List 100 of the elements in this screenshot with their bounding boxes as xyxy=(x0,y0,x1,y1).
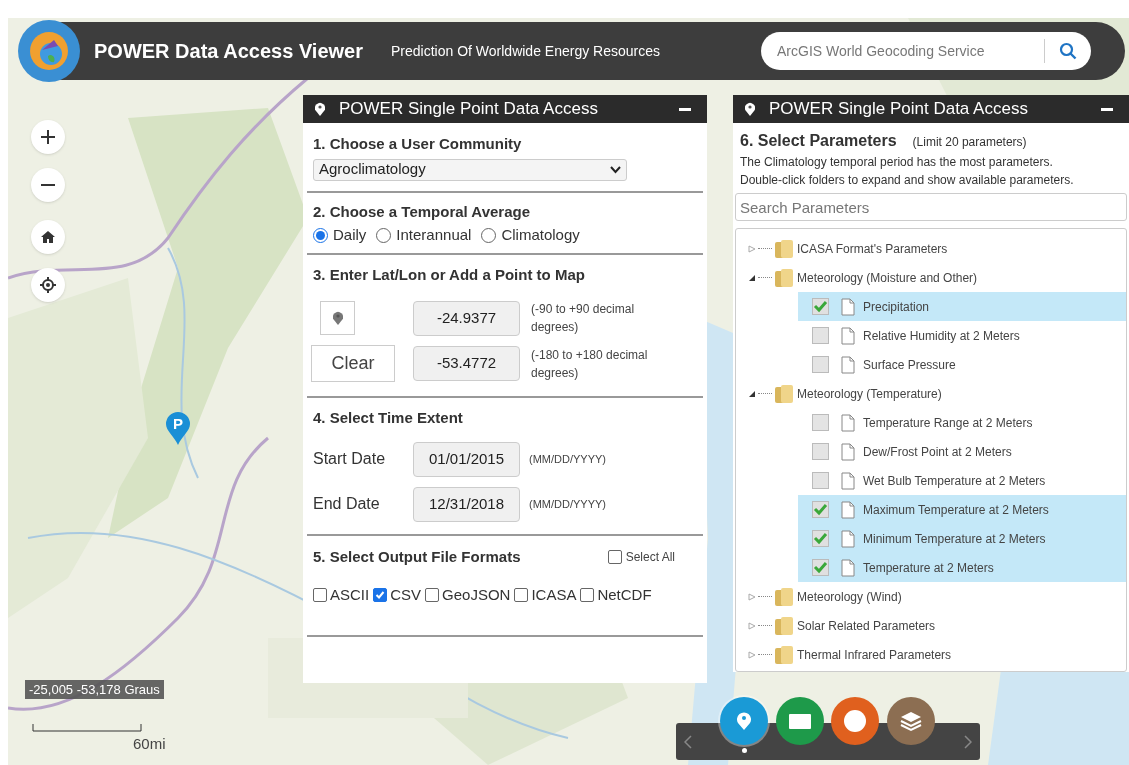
logo-icon xyxy=(18,20,80,82)
tree-item-label: Temperature at 2 Meters xyxy=(863,559,994,577)
checkbox[interactable] xyxy=(812,356,829,373)
home-icon xyxy=(41,231,55,243)
tree-row[interactable]: Wet Bulb Temperature at 2 Meters xyxy=(798,466,1126,495)
file-icon xyxy=(841,326,855,345)
tree-item-label: Precipitation xyxy=(863,298,930,316)
tree-row[interactable]: Temperature Range at 2 Meters xyxy=(798,408,1126,437)
radio-label: Interannual xyxy=(396,225,472,245)
pin-icon xyxy=(737,711,751,731)
map-marker[interactable]: P xyxy=(165,412,191,446)
tree-row[interactable]: Precipitation xyxy=(798,292,1126,321)
search-field[interactable]: Search Parameters xyxy=(735,193,1127,221)
input-field[interactable]: 12/31/2018 xyxy=(413,486,520,522)
folder-icon xyxy=(774,615,794,636)
section-heading: 5. Select Output File Formats xyxy=(313,546,521,567)
minimize-icon xyxy=(679,107,691,111)
tree-row[interactable]: Relative Humidity at 2 Meters xyxy=(798,321,1126,350)
previous-icon[interactable] xyxy=(684,734,692,749)
checkbox-label: GeoJSON xyxy=(442,585,511,605)
checkbox[interactable] xyxy=(812,501,829,518)
circle-icon xyxy=(844,710,866,732)
folder-icon xyxy=(774,267,794,288)
tree-row[interactable]: Maximum Temperature at 2 Meters xyxy=(798,495,1126,524)
tree-item[interactable]: Meteorology (Temperature) xyxy=(797,384,942,403)
input-field[interactable]: -53.4772 xyxy=(413,346,520,381)
panel-title: POWER Single Point Data Access xyxy=(339,98,598,121)
checkbox[interactable] xyxy=(514,588,529,603)
search-icon xyxy=(1059,42,1077,60)
tree-item-label: Minimum Temperature at 2 Meters xyxy=(863,530,1046,548)
section-heading: 6. Select Parameters xyxy=(740,131,897,151)
file-icon xyxy=(841,471,855,490)
folder-icon xyxy=(774,644,794,665)
tree-item-label: Dew/Frost Point at 2 Meters xyxy=(863,443,1012,461)
instruction-text: The Climatology temporal period has the most parameters. xyxy=(739,154,1054,171)
app-title: POWER Data Access Viewer xyxy=(94,39,363,64)
checkbox-label: ASCII xyxy=(330,585,370,605)
input-field[interactable]: 01/01/2015 xyxy=(413,441,520,477)
checkbox[interactable] xyxy=(812,414,829,431)
file-icon xyxy=(841,558,855,577)
section-heading: 2. Choose a Temporal Average xyxy=(313,201,532,222)
checkbox[interactable] xyxy=(373,588,388,603)
tree-row[interactable]: Minimum Temperature at 2 Meters xyxy=(798,524,1126,553)
checkbox[interactable] xyxy=(313,588,327,603)
file-icon xyxy=(841,442,855,461)
minimize-icon xyxy=(1101,107,1113,111)
checkbox[interactable] xyxy=(425,588,440,603)
community-dropdown[interactable]: Agroclimatology xyxy=(313,158,627,181)
checkbox[interactable] xyxy=(607,549,622,564)
tree-row[interactable]: Surface Pressure xyxy=(798,350,1126,379)
checkbox-label: CSV xyxy=(390,585,422,605)
checkbox-label: Select All xyxy=(625,548,675,566)
input-field[interactable]: -24.9377 xyxy=(413,300,520,336)
folder-icon xyxy=(774,238,794,259)
coordinate-readout: -25,005 -53,178 Graus xyxy=(29,681,160,699)
tree-item[interactable]: Solar Related Parameters xyxy=(797,616,936,635)
checkbox[interactable] xyxy=(812,530,829,547)
radio-label: Daily xyxy=(333,225,367,245)
zoom-in-icon xyxy=(41,130,55,144)
pin-icon xyxy=(315,102,325,116)
next-icon[interactable] xyxy=(964,734,972,749)
pin-icon xyxy=(332,311,343,325)
checkbox[interactable] xyxy=(580,588,595,603)
field-label: Start Date xyxy=(313,449,387,469)
collapse-icon[interactable] xyxy=(748,389,756,398)
tree-item-label: Maximum Temperature at 2 Meters xyxy=(863,501,1049,519)
field-label: End Date xyxy=(313,494,381,514)
checkbox[interactable] xyxy=(812,443,829,460)
hint-text: (MM/DD/YYYY) xyxy=(529,496,607,512)
add-point-button[interactable] xyxy=(320,301,355,335)
tree-item-label: Temperature Range at 2 Meters xyxy=(863,414,1033,432)
hint-text: (-180 to +180 decimal degrees) xyxy=(530,346,649,382)
tree-row[interactable]: Dew/Frost Point at 2 Meters xyxy=(798,437,1126,466)
pin-icon xyxy=(745,102,755,116)
radio-label: Climatology xyxy=(501,225,580,245)
tree-item[interactable]: Meteorology (Moisture and Other) xyxy=(797,268,978,287)
collapse-icon[interactable] xyxy=(748,273,756,282)
instruction-text: Double-click folders to expand and show available parameters. xyxy=(739,172,1075,189)
hint-text: (MM/DD/YYYY) xyxy=(529,451,607,467)
tree-item-label: Wet Bulb Temperature at 2 Meters xyxy=(863,472,1046,490)
rectangle-icon xyxy=(788,713,811,729)
checkbox-label: NetCDF xyxy=(597,585,652,605)
checkbox[interactable] xyxy=(812,327,829,344)
tree-item[interactable]: Thermal Infrared Parameters xyxy=(797,645,952,664)
tree-item-label: Surface Pressure xyxy=(863,356,956,374)
tree-row[interactable]: Temperature at 2 Meters xyxy=(798,553,1126,582)
clear-button[interactable]: Clear xyxy=(311,345,395,382)
folder-icon xyxy=(774,383,794,404)
app-subtitle: Prediction Of Worldwide Energy Resources xyxy=(391,41,660,61)
checkbox[interactable] xyxy=(812,298,829,315)
folder-icon xyxy=(774,586,794,607)
hint-text: (-90 to +90 decimal degrees) xyxy=(530,301,636,336)
tree-item[interactable]: ICASA Format's Parameters xyxy=(797,239,948,258)
tree-item[interactable]: Meteorology (Wind) xyxy=(797,587,902,606)
chevron-icon xyxy=(610,165,621,174)
file-icon xyxy=(841,500,855,519)
checkbox[interactable] xyxy=(812,472,829,489)
locate-icon xyxy=(39,276,57,294)
panel-title: POWER Single Point Data Access xyxy=(769,98,1028,121)
checkbox[interactable] xyxy=(812,559,829,576)
